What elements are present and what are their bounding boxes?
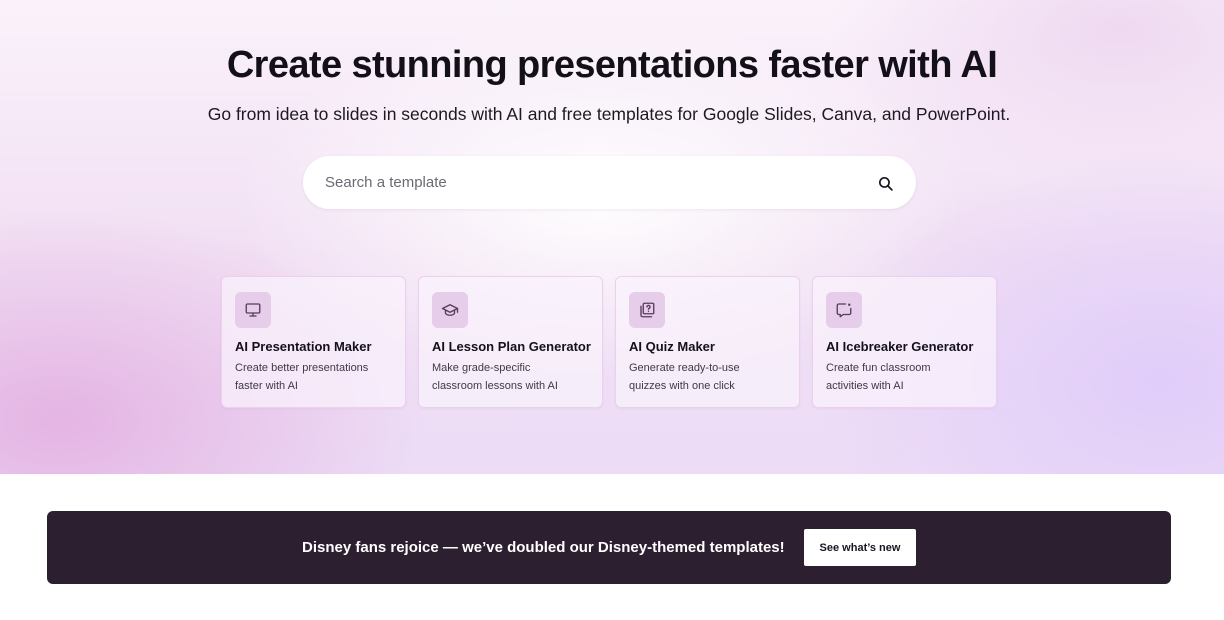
tool-card-description-line: faster with AI bbox=[235, 380, 298, 392]
tool-card-ai-quiz-maker[interactable]: AI Quiz Maker Generate ready-to-use quiz… bbox=[615, 276, 800, 408]
tool-icon-tile bbox=[432, 292, 468, 328]
tool-icon-tile bbox=[235, 292, 271, 328]
quiz-icon bbox=[640, 302, 655, 318]
tool-card-description-line: activities with AI bbox=[826, 380, 904, 392]
page-title: Create stunning presentations faster wit… bbox=[226, 44, 998, 86]
tool-card-title: AI Presentation Maker bbox=[235, 339, 372, 354]
tool-card-title: AI Icebreaker Generator bbox=[826, 339, 974, 354]
tool-card-description-line: Generate ready-to-use bbox=[629, 362, 740, 374]
tool-card-description-line: classroom lessons with AI bbox=[432, 380, 558, 392]
announcement-banner: Disney fans rejoice — we’ve doubled our … bbox=[47, 511, 1171, 584]
search-icon bbox=[878, 176, 893, 191]
tool-card-description: Make grade-specific classroom lessons wi… bbox=[432, 359, 592, 395]
tool-card-description-line: quizzes with one click bbox=[629, 380, 735, 392]
tool-card-title: AI Quiz Maker bbox=[629, 339, 715, 354]
tool-card-ai-icebreaker-generator[interactable]: AI Icebreaker Generator Create fun class… bbox=[812, 276, 997, 408]
announcement-text: Disney fans rejoice — we’ve doubled our … bbox=[302, 539, 785, 556]
tool-card-description-line: Create better presentations bbox=[235, 362, 369, 374]
page-subtitle: Go from idea to slides in seconds with A… bbox=[207, 104, 1011, 124]
graduation-cap-icon bbox=[441, 304, 459, 316]
tool-card-ai-presentation-maker[interactable]: AI Presentation Maker Create better pres… bbox=[221, 276, 406, 408]
tool-card-ai-lesson-plan-generator[interactable]: AI Lesson Plan Generator Make grade-spec… bbox=[418, 276, 603, 408]
search-button[interactable] bbox=[872, 172, 898, 194]
tool-card-description: Create fun classroom activities with AI bbox=[826, 359, 986, 395]
chat-icon bbox=[836, 303, 852, 318]
tool-card-description: Generate ready-to-use quizzes with one c… bbox=[629, 359, 789, 395]
search-bar bbox=[303, 156, 916, 209]
search-input[interactable] bbox=[325, 156, 865, 209]
tool-card-title: AI Lesson Plan Generator bbox=[432, 339, 591, 354]
see-whats-new-button[interactable]: See what’s new bbox=[804, 529, 916, 566]
tool-card-description-line: Create fun classroom bbox=[826, 362, 931, 374]
monitor-icon bbox=[245, 303, 261, 317]
tool-icon-tile bbox=[826, 292, 862, 328]
tool-icon-tile bbox=[629, 292, 665, 328]
tool-card-description-line: Make grade-specific bbox=[432, 362, 531, 374]
tool-card-description: Create better presentations faster with … bbox=[235, 359, 395, 395]
